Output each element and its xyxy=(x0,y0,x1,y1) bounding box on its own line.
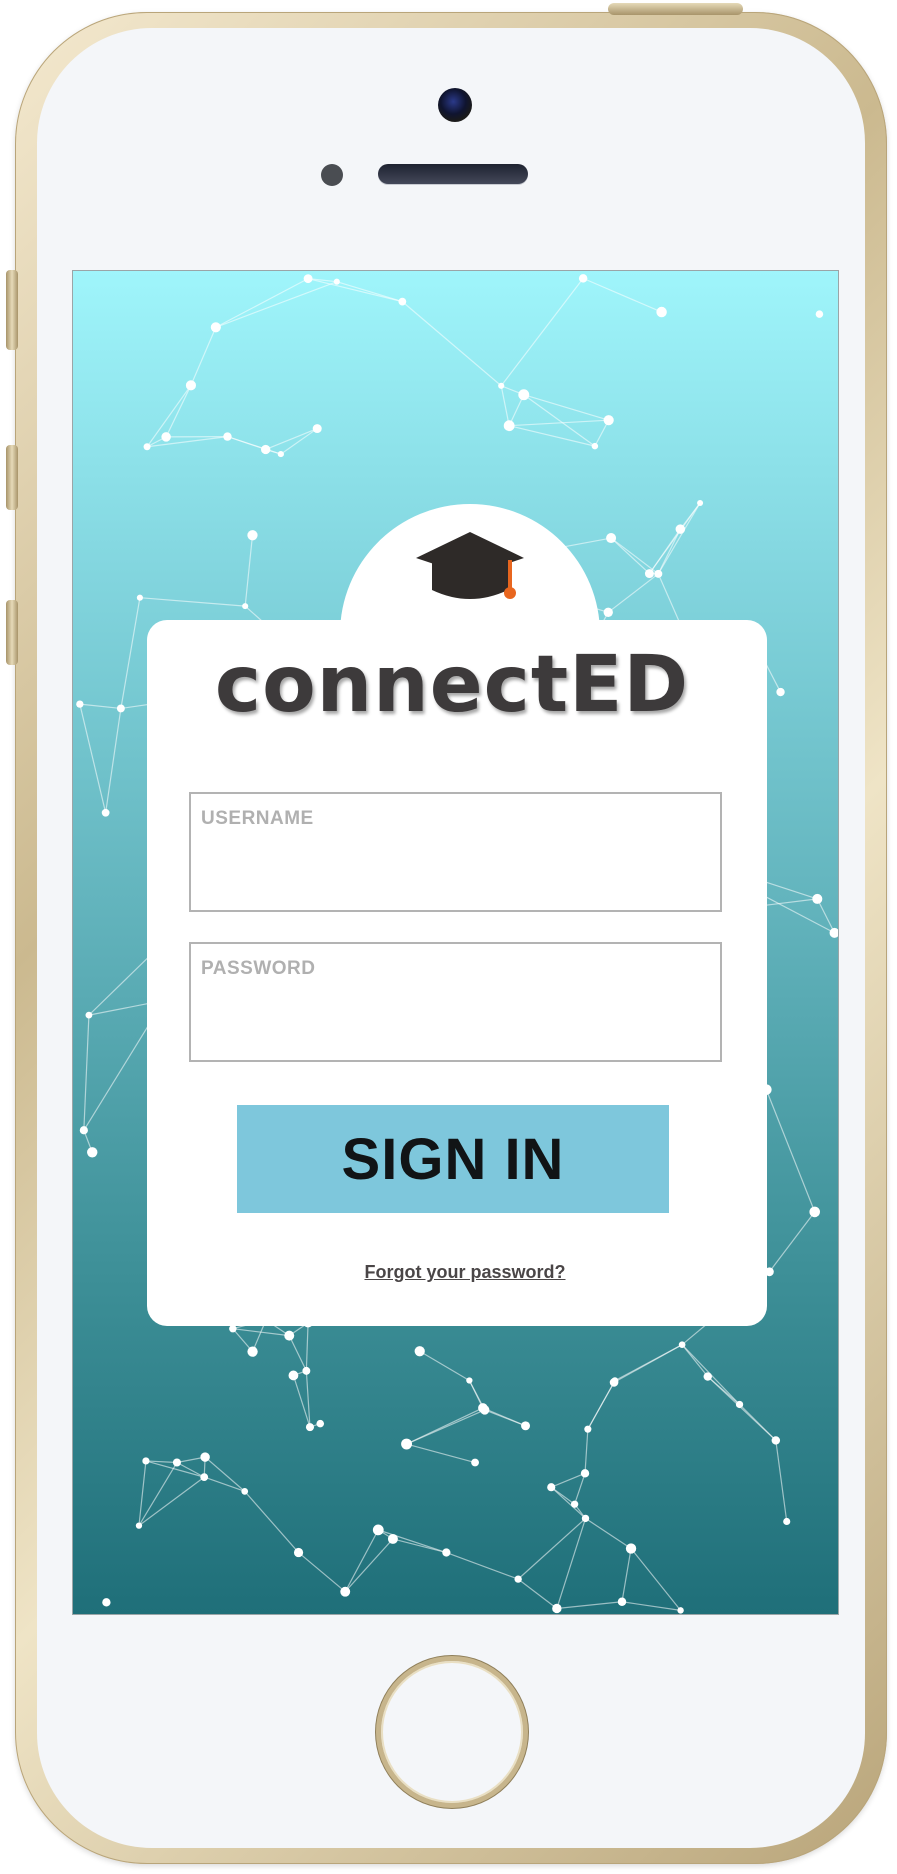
password-input[interactable] xyxy=(201,992,710,1044)
username-input[interactable] xyxy=(201,842,710,894)
volume-up-button xyxy=(6,445,18,510)
volume-down-button xyxy=(6,600,18,665)
username-field[interactable]: USERNAME xyxy=(189,792,722,912)
mute-switch xyxy=(6,270,18,350)
password-label: PASSWORD xyxy=(201,958,316,979)
power-button xyxy=(608,3,743,15)
proximity-sensor xyxy=(321,164,343,186)
home-button[interactable] xyxy=(376,1656,528,1808)
graduation-cap-icon xyxy=(416,532,524,599)
earpiece-speaker xyxy=(378,164,528,184)
password-field[interactable]: PASSWORD xyxy=(189,942,722,1062)
sign-in-button[interactable]: SIGN IN xyxy=(237,1105,669,1213)
app-title: connectED xyxy=(214,640,690,730)
forgot-password-link[interactable]: Forgot your password? xyxy=(300,1262,630,1283)
front-camera xyxy=(438,88,472,122)
username-label: USERNAME xyxy=(201,808,314,829)
